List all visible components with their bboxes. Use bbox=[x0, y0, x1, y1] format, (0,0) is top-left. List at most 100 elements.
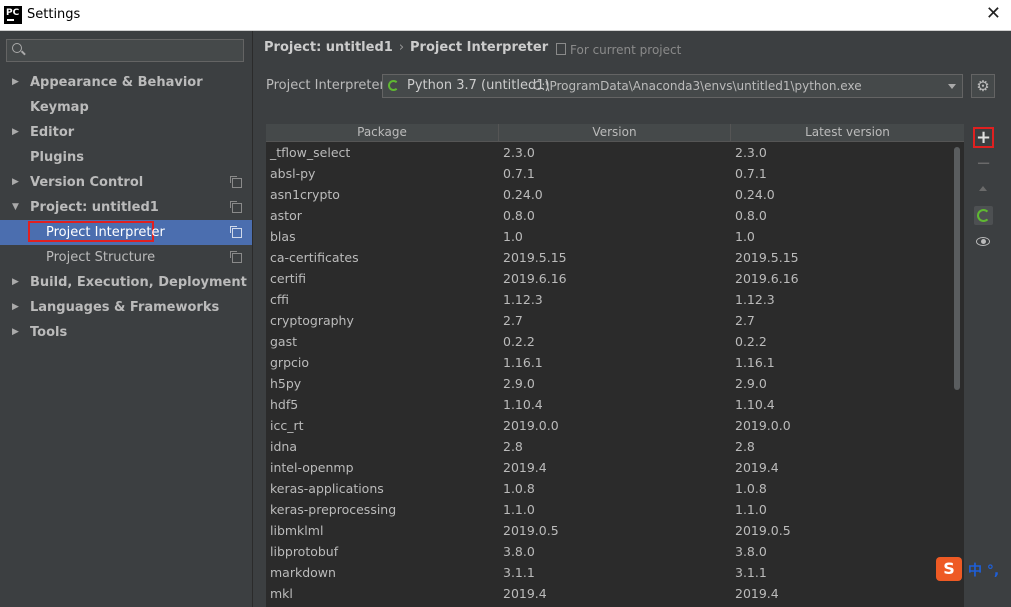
table-row[interactable]: libprotobuf 3.8.0 3.8.0 bbox=[266, 541, 964, 562]
sidebar-item[interactable]: Plugins bbox=[0, 145, 252, 170]
sidebar-item-label: Project: untitled1 bbox=[30, 200, 159, 215]
sidebar-item[interactable]: ▶ Editor bbox=[0, 120, 252, 145]
cell-latest-version: 2019.0.0 bbox=[735, 418, 791, 433]
table-row[interactable]: intel-openmp 2019.4 2019.4 bbox=[266, 457, 964, 478]
package-toolbar: + − bbox=[969, 124, 999, 274]
breadcrumb-parent[interactable]: Project: untitled1 bbox=[264, 40, 393, 55]
cell-version: 0.2.2 bbox=[503, 334, 535, 349]
cell-package: markdown bbox=[270, 565, 336, 580]
table-row[interactable]: hdf5 1.10.4 1.10.4 bbox=[266, 394, 964, 415]
cell-package: gast bbox=[270, 334, 298, 349]
sidebar-item[interactable]: ▶ Tools bbox=[0, 320, 252, 345]
sidebar-item[interactable]: ▼ Project: untitled1 bbox=[0, 195, 252, 220]
sidebar-item[interactable]: ▶ Version Control bbox=[0, 170, 252, 195]
chevron-down-icon[interactable]: ▼ bbox=[12, 195, 19, 220]
table-row[interactable]: asn1crypto 0.24.0 0.24.0 bbox=[266, 184, 964, 205]
cell-package: libmklml bbox=[270, 523, 324, 538]
table-row[interactable]: blas 1.0 1.0 bbox=[266, 226, 964, 247]
sidebar-item-label: Editor bbox=[30, 125, 75, 140]
sidebar-item[interactable]: ▶ Build, Execution, Deployment bbox=[0, 270, 252, 295]
cell-latest-version: 1.16.1 bbox=[735, 355, 775, 370]
ime-indicator[interactable]: S 中 °, bbox=[936, 557, 1011, 583]
table-scrollbar[interactable] bbox=[953, 143, 961, 607]
table-row[interactable]: markdown 3.1.1 3.1.1 bbox=[266, 562, 964, 583]
table-row[interactable]: astor 0.8.0 0.8.0 bbox=[266, 205, 964, 226]
refresh-icon[interactable] bbox=[974, 206, 993, 225]
table-row[interactable]: keras-applications 1.0.8 1.0.8 bbox=[266, 478, 964, 499]
chevron-right-icon[interactable]: ▶ bbox=[12, 120, 19, 145]
cell-latest-version: 1.12.3 bbox=[735, 292, 775, 307]
settings-search-box[interactable] bbox=[6, 39, 244, 62]
cell-package: intel-openmp bbox=[270, 460, 354, 475]
cell-package: keras-preprocessing bbox=[270, 502, 397, 517]
cell-package: cffi bbox=[270, 292, 289, 307]
remove-package-button[interactable]: − bbox=[974, 154, 993, 173]
cell-latest-version: 0.24.0 bbox=[735, 187, 775, 202]
table-row[interactable]: grpcio 1.16.1 1.16.1 bbox=[266, 352, 964, 373]
cell-version: 2019.4 bbox=[503, 586, 547, 601]
cell-version: 2019.5.15 bbox=[503, 250, 567, 265]
sidebar-item[interactable]: ▶ Appearance & Behavior bbox=[0, 70, 252, 95]
sidebar-item-label: Tools bbox=[30, 325, 68, 340]
sidebar-item[interactable]: Project Structure bbox=[0, 245, 252, 270]
cell-latest-version: 2.9.0 bbox=[735, 376, 767, 391]
chevron-right-icon[interactable]: ▶ bbox=[12, 70, 19, 95]
project-scope-icon bbox=[230, 201, 242, 213]
table-row[interactable]: icc_rt 2019.0.0 2019.0.0 bbox=[266, 415, 964, 436]
chevron-down-icon[interactable] bbox=[948, 84, 956, 89]
cell-version: 2019.4 bbox=[503, 460, 547, 475]
sidebar-item[interactable]: Project Interpreter bbox=[0, 220, 252, 245]
chevron-right-icon[interactable]: ▶ bbox=[12, 295, 19, 320]
table-row[interactable]: ca-certificates 2019.5.15 2019.5.15 bbox=[266, 247, 964, 268]
table-row[interactable]: h5py 2.9.0 2.9.0 bbox=[266, 373, 964, 394]
table-row[interactable]: libmklml 2019.0.5 2019.0.5 bbox=[266, 520, 964, 541]
interpreter-dropdown[interactable]: Python 3.7 (untitled1) C:\ProgramData\An… bbox=[382, 74, 963, 98]
cell-latest-version: 0.8.0 bbox=[735, 208, 767, 223]
sogou-logo-icon: S bbox=[936, 557, 962, 581]
scope-label: For current project bbox=[570, 43, 682, 57]
sidebar-item[interactable]: Keymap bbox=[0, 95, 252, 120]
scope-note: For current project bbox=[556, 43, 681, 57]
table-row[interactable]: keras-preprocessing 1.1.0 1.1.0 bbox=[266, 499, 964, 520]
column-header-version[interactable]: Version bbox=[499, 124, 731, 142]
chevron-right-icon[interactable]: ▶ bbox=[12, 170, 19, 195]
eye-icon[interactable] bbox=[974, 232, 993, 251]
cell-package: _tflow_select bbox=[270, 145, 351, 160]
cell-package: h5py bbox=[270, 376, 302, 391]
breadcrumb: Project: untitled1 › Project Interpreter bbox=[264, 40, 548, 55]
table-row[interactable]: idna 2.8 2.8 bbox=[266, 436, 964, 457]
table-row[interactable]: gast 0.2.2 0.2.2 bbox=[266, 331, 964, 352]
column-header-latest-version[interactable]: Latest version bbox=[731, 124, 964, 142]
sidebar-item-label: Plugins bbox=[30, 150, 84, 165]
close-icon[interactable]: ✕ bbox=[986, 4, 1001, 24]
cell-version: 1.1.0 bbox=[503, 502, 535, 517]
table-row[interactable]: mkl 2019.4 2019.4 bbox=[266, 583, 964, 604]
chevron-right-icon[interactable]: ▶ bbox=[12, 320, 19, 345]
search-icon bbox=[12, 43, 22, 53]
sidebar-item-label: Version Control bbox=[30, 175, 144, 190]
project-scope-icon bbox=[230, 176, 242, 188]
cell-package: ca-certificates bbox=[270, 250, 359, 265]
table-header: Package Version Latest version bbox=[266, 124, 964, 142]
column-header-package[interactable]: Package bbox=[266, 124, 499, 142]
cell-version: 2019.0.0 bbox=[503, 418, 559, 433]
table-row[interactable]: absl-py 0.7.1 0.7.1 bbox=[266, 163, 964, 184]
cell-package: astor bbox=[270, 208, 302, 223]
scrollbar-thumb[interactable] bbox=[954, 147, 960, 390]
table-row[interactable]: certifi 2019.6.16 2019.6.16 bbox=[266, 268, 964, 289]
gear-icon[interactable]: ⚙ bbox=[971, 74, 995, 98]
upgrade-package-button[interactable] bbox=[974, 179, 993, 198]
table-row[interactable]: cffi 1.12.3 1.12.3 bbox=[266, 289, 964, 310]
chevron-right-icon[interactable]: ▶ bbox=[12, 270, 19, 295]
cell-latest-version: 0.7.1 bbox=[735, 166, 767, 181]
search-input[interactable] bbox=[29, 42, 243, 61]
sidebar-item[interactable]: ▶ Languages & Frameworks bbox=[0, 295, 252, 320]
pycharm-logo-icon: PC bbox=[4, 6, 22, 24]
table-row[interactable]: cryptography 2.7 2.7 bbox=[266, 310, 964, 331]
table-row[interactable]: _tflow_select 2.3.0 2.3.0 bbox=[266, 142, 964, 163]
sidebar-item-label: Build, Execution, Deployment bbox=[30, 275, 247, 290]
add-package-button[interactable]: + bbox=[974, 128, 993, 147]
cell-version: 2.8 bbox=[503, 439, 523, 454]
cell-package: idna bbox=[270, 439, 297, 454]
cell-package: hdf5 bbox=[270, 397, 299, 412]
